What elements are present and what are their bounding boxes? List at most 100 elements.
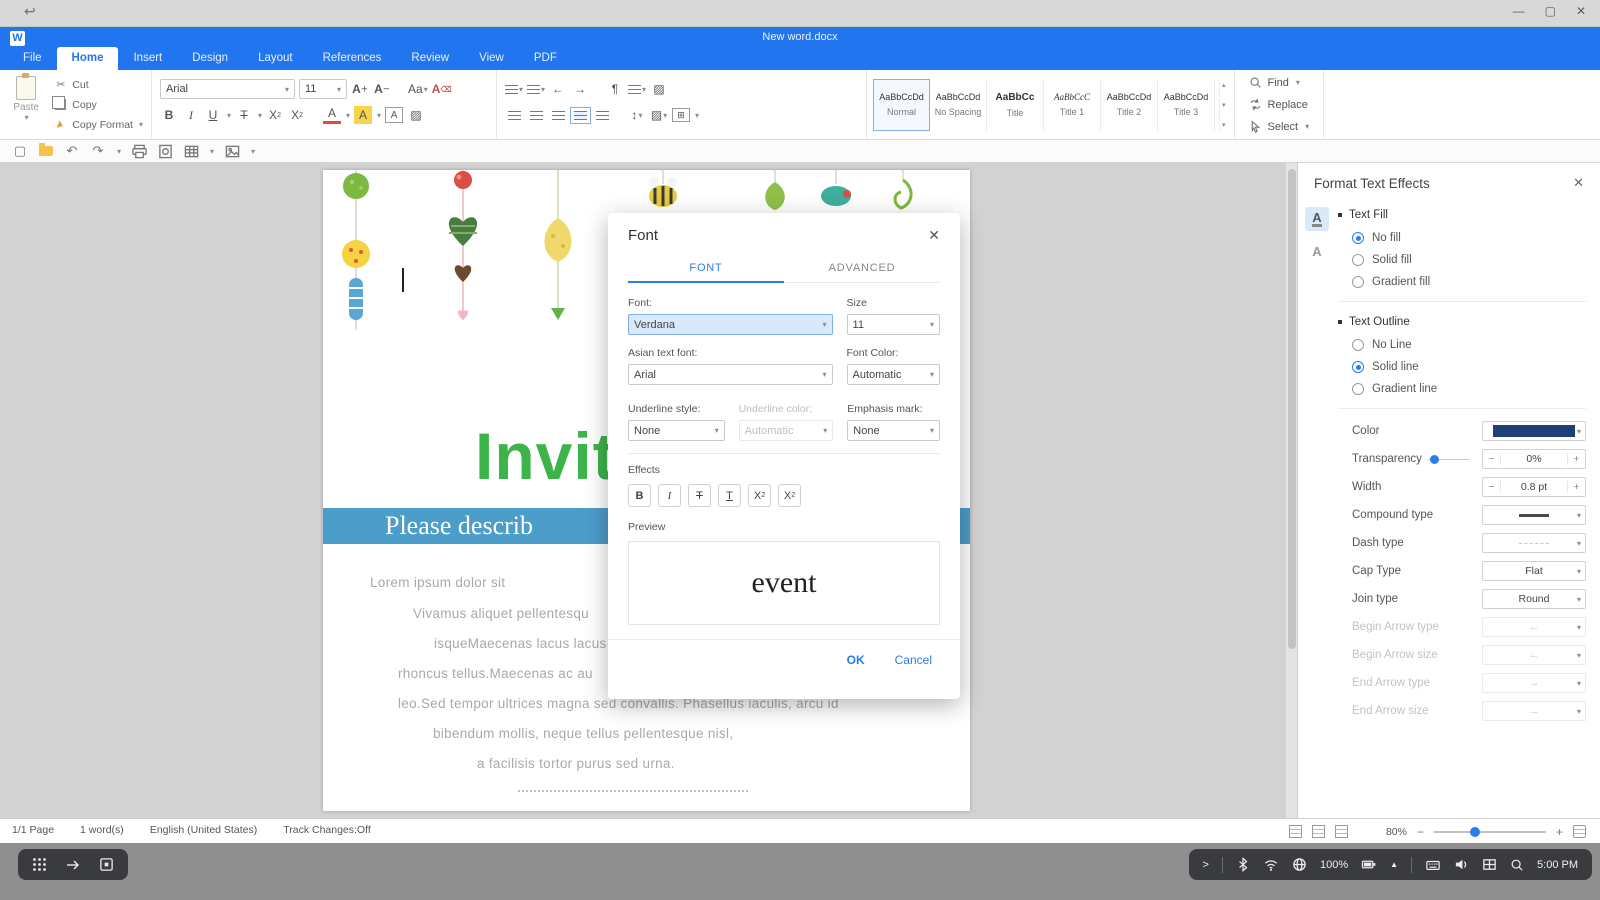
view-mode-2-button[interactable] [1311, 825, 1325, 838]
borders-caret-icon[interactable]: ▾ [695, 111, 699, 120]
undo-history-caret-icon[interactable]: ▾ [117, 147, 121, 156]
character-border-button[interactable]: A [385, 107, 404, 123]
select-button[interactable]: Select ▾ [1249, 120, 1309, 133]
tab-font[interactable]: FONT [628, 254, 784, 282]
clear-format-button[interactable]: A ⌫ [432, 80, 452, 98]
radio-icon[interactable] [1352, 361, 1364, 373]
style-title-3[interactable]: AaBbCcDd Title 3 [1158, 78, 1215, 131]
font-color-caret-icon[interactable]: ▾ [346, 111, 350, 120]
effect-subscript-toggle[interactable]: X2 [748, 484, 771, 507]
font-color-button[interactable]: A [323, 106, 342, 124]
radio-gradient-fill[interactable]: Gradient fill [1338, 271, 1586, 293]
effect-italic-toggle[interactable]: I [658, 484, 681, 507]
emphasis-mark-combo[interactable]: None ▾ [847, 420, 940, 441]
style-no-spacing[interactable]: AaBbCcDd No Spacing [930, 78, 987, 131]
minimize-button[interactable]: — [1513, 4, 1525, 18]
radio-icon[interactable] [1352, 383, 1364, 395]
cut-button[interactable]: ✂ Cut [54, 78, 143, 92]
text-fill-tab-icon[interactable]: A [1305, 207, 1329, 231]
font-family-combo[interactable]: Verdana ▾ [628, 314, 833, 335]
forward-arrow-icon[interactable] [65, 857, 81, 873]
find-button[interactable]: Find ▾ [1249, 76, 1310, 89]
image-caret-icon[interactable]: ▾ [251, 147, 255, 156]
numbered-list-button[interactable]: ▾ [527, 80, 545, 98]
radio-gradient-line[interactable]: Gradient line [1338, 378, 1586, 400]
font-name-combo[interactable]: Arial ▾ [160, 79, 295, 99]
slider-knob[interactable] [1429, 454, 1439, 464]
align-center-button[interactable] [527, 106, 545, 124]
strikethrough-button[interactable]: T [235, 106, 253, 124]
maximize-button[interactable]: ▢ [1545, 4, 1556, 18]
ok-button[interactable]: OK [847, 653, 865, 667]
search-zoom-icon[interactable] [1510, 858, 1524, 872]
effect-superscript-toggle[interactable]: X2 [778, 484, 801, 507]
styles-more-icon[interactable]: ▾ [1222, 121, 1226, 129]
page-indicator[interactable]: 1/1 Page [12, 824, 54, 836]
copy-button[interactable]: Copy [52, 96, 143, 111]
print-button[interactable] [131, 143, 147, 159]
select-caret-icon[interactable]: ▾ [1305, 122, 1309, 131]
body-line[interactable]: Vivamus aliquet pellentesqu [413, 606, 589, 621]
shading-button[interactable]: ▨ ▾ [650, 106, 668, 124]
superscript-button[interactable]: X2 [288, 106, 306, 124]
bullet-list-button[interactable]: ▾ [505, 80, 523, 98]
line-spacing-button[interactable]: ↕ ▾ [628, 106, 646, 124]
bold-button[interactable]: B [160, 106, 178, 124]
tab-pdf[interactable]: PDF [519, 47, 572, 70]
tab-layout[interactable]: Layout [243, 47, 308, 70]
word-count[interactable]: 1 word(s) [80, 824, 124, 836]
paste-button[interactable]: Paste ▾ [8, 73, 44, 133]
redo-button[interactable]: ↷ [90, 143, 106, 159]
tab-view[interactable]: View [464, 47, 519, 70]
decrease-icon[interactable]: − [1483, 453, 1501, 465]
styles-scroll-up-icon[interactable]: ▴ [1222, 81, 1226, 89]
tab-design[interactable]: Design [177, 47, 243, 70]
change-case-button[interactable]: Aa ▾ [408, 80, 428, 98]
underline-style-combo[interactable]: None ▾ [628, 420, 725, 441]
decrease-font-button[interactable]: A － [373, 80, 391, 98]
tab-file[interactable]: File [8, 47, 57, 70]
view-mode-1-button[interactable] [1288, 825, 1302, 838]
keyboard-icon[interactable] [1425, 858, 1441, 872]
find-caret-icon[interactable]: ▾ [1296, 78, 1300, 87]
app-grid-icon[interactable] [32, 857, 47, 872]
tab-insert[interactable]: Insert [118, 47, 177, 70]
zoom-out-button[interactable]: − [1417, 825, 1424, 839]
window-switch-icon[interactable] [99, 857, 114, 872]
clock[interactable]: 5:00 PM [1537, 859, 1578, 871]
subscript-button[interactable]: X2 [266, 106, 284, 124]
text-outline-section-header[interactable]: Text Outline [1338, 310, 1586, 334]
wifi-icon[interactable] [1263, 858, 1279, 872]
replace-button[interactable]: Replace [1249, 98, 1310, 111]
size-combo[interactable]: 11 ▾ [846, 314, 940, 335]
radio-icon[interactable] [1352, 254, 1364, 266]
tab-review[interactable]: Review [396, 47, 464, 70]
asian-font-combo[interactable]: Arial ▾ [628, 364, 833, 385]
underline-caret-icon[interactable]: ▾ [227, 111, 231, 120]
undo-button[interactable]: ↶ [64, 143, 80, 159]
radio-icon[interactable] [1352, 232, 1364, 244]
distribute-button[interactable] [593, 106, 611, 124]
align-right-button[interactable] [549, 106, 567, 124]
zoom-in-button[interactable]: + [1556, 825, 1563, 839]
character-shading-button[interactable]: ▨ [407, 106, 425, 124]
close-button[interactable]: ✕ [1576, 4, 1586, 18]
increase-icon[interactable]: + [1566, 453, 1585, 465]
body-line[interactable]: Lorem ipsum dolor sit [370, 575, 505, 590]
style-title[interactable]: AaBbCc Title [987, 78, 1044, 131]
cancel-button[interactable]: Cancel [895, 653, 932, 667]
battery-icon[interactable] [1361, 857, 1377, 872]
styles-scroll-down-icon[interactable]: ▾ [1222, 101, 1226, 109]
font-color-combo[interactable]: Automatic ▾ [846, 364, 940, 385]
sort-button[interactable]: ▨ [650, 80, 668, 98]
view-mode-3-button[interactable] [1334, 825, 1348, 838]
increase-font-button[interactable]: A ＋ [351, 80, 369, 98]
strikethrough-caret-icon[interactable]: ▾ [258, 111, 262, 120]
radio-no-fill[interactable]: No fill [1338, 227, 1586, 249]
radio-icon[interactable] [1352, 276, 1364, 288]
radio-solid-line[interactable]: Solid line [1338, 356, 1586, 378]
network-globe-icon[interactable] [1292, 857, 1307, 872]
track-changes-indicator[interactable]: Track Changes:Off [283, 824, 371, 836]
decrease-indent-button[interactable]: ← [549, 80, 567, 98]
join-type-combo[interactable]: Round ▾ [1482, 589, 1586, 609]
